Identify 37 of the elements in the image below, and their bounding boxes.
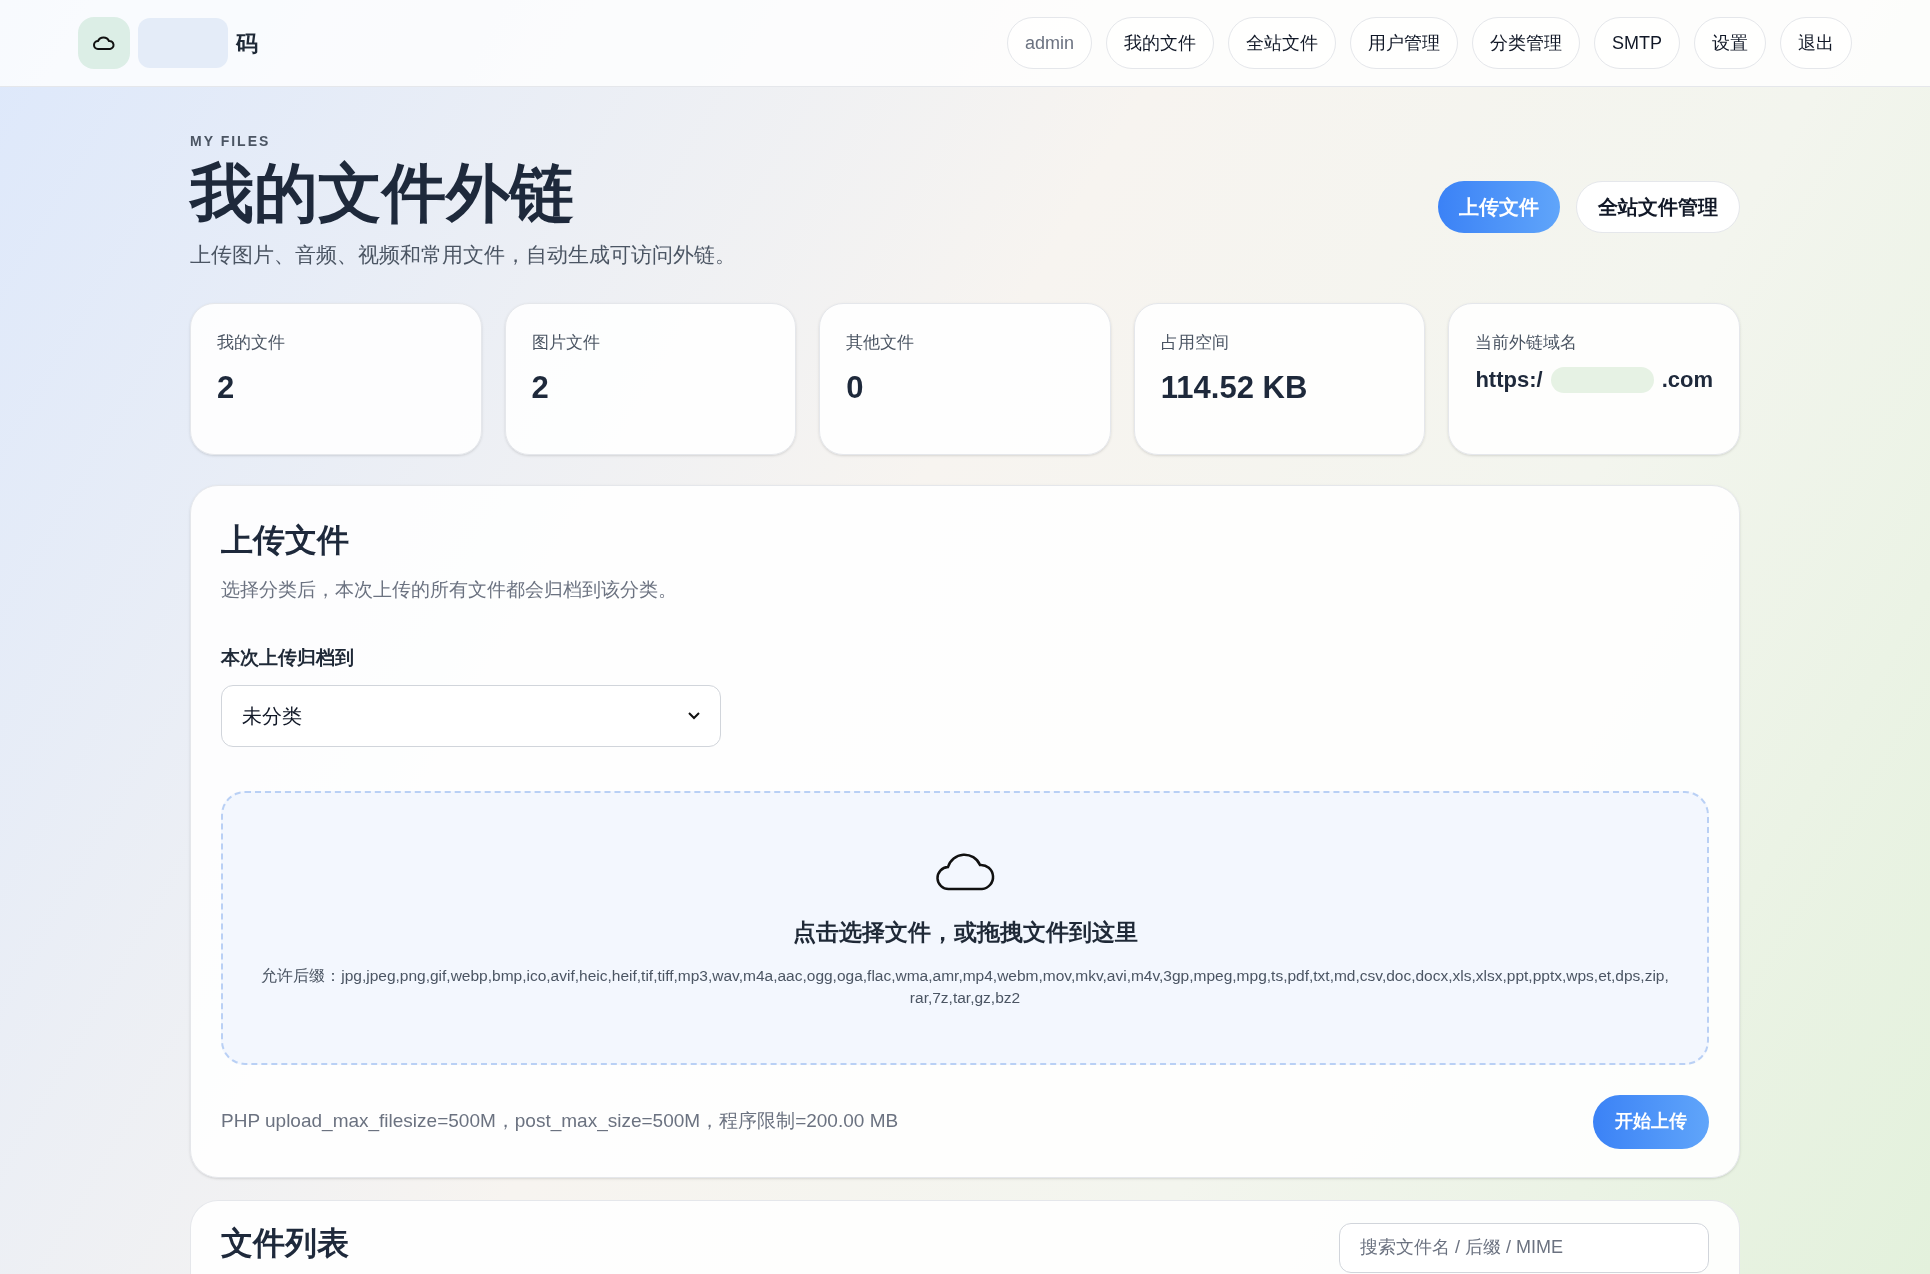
cloud-icon [93,36,115,50]
nav-link[interactable]: 我的文件 [1106,17,1214,69]
section-title: 文件列表 [221,1223,349,1263]
allowed-extensions: 允许后缀：jpg,jpeg,png,gif,webp,bmp,ico,avif,heic,heif,tif,tiff,mp3,wav,m4a,aac,ogg,oga,flac,wma,amr,mp4,webm,mov,mkv,avi,m4v,3gp,mpeg,mpg,ts,pdf,txt,md,csv,doc,docx,xls,xlsx,ppt,pptx,wps,et,dps,zip,rar,7z,tar,gz,bz2 [260,966,1670,1009]
manage-files-button[interactable]: 全站文件管理 [1576,181,1740,233]
stat-value: 0 [846,369,865,408]
nav-link[interactable]: SMTP [1594,17,1680,69]
stat-label: 其他文件 [846,331,916,354]
stat-value: 114.52 KB [1160,369,1309,408]
page-subtitle: 上传图片、音频、视频和常用文件，自动生成可访问外链。 [190,242,736,269]
nav-link[interactable]: 用户管理 [1350,17,1458,69]
user-badge[interactable]: admin [1006,17,1092,69]
stat-label: 我的文件 [217,331,286,354]
page-title: 我的文件外链 [190,156,575,231]
nav-link[interactable]: 全站文件 [1228,17,1336,69]
section-description: 选择分类后，本次上传的所有文件都会归档到该分类。 [221,577,678,602]
domain-start: https:/ [1475,366,1543,395]
stat-label: 图片文件 [531,331,601,354]
stat-value: 2 [531,369,550,408]
category-select[interactable]: 未分类 [221,684,721,747]
logo-text: 码 [236,29,258,58]
field-label: 本次上传归档到 [221,646,355,671]
drop-zone[interactable] [221,790,1709,1065]
search-field[interactable]: 搜索文件名 / 后缀 / MIME [1339,1222,1709,1273]
domain-end: .com [1661,366,1713,395]
cloud-icon [935,852,995,891]
section-title: 上传文件 [221,520,350,560]
upload-limits: PHP upload_max_filesize=500M，post_max_size=500M，程序限制=200.00 MB [221,1109,899,1134]
nav-link[interactable]: 分类管理 [1472,17,1580,69]
nav-link[interactable]: 设置 [1694,17,1766,69]
eyebrow-label: MY FILES [190,132,272,151]
stat-label: 当前外链域名 [1475,331,1579,354]
drop-zone-title: 点击选择文件，或拖拽文件到这里 [792,917,1138,947]
stat-label: 占用空间 [1160,331,1230,354]
nav-link[interactable]: 退出 [1780,17,1852,69]
chevron-down-icon [688,711,700,720]
stat-value: 2 [217,369,236,408]
